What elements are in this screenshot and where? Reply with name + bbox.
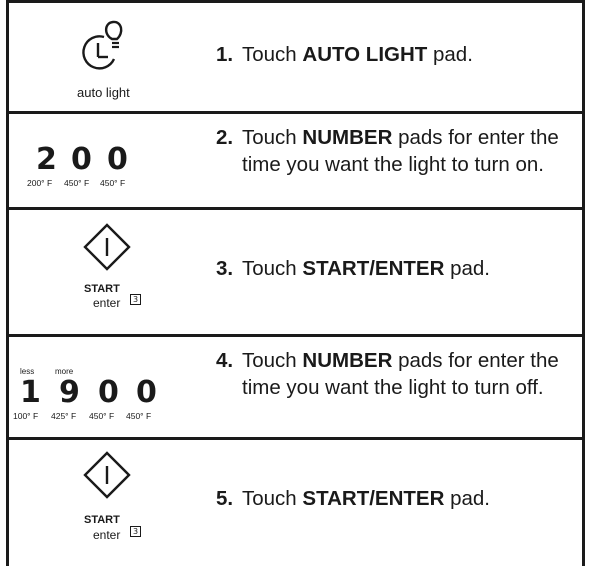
number-pad-temp: 450° F [89, 411, 115, 421]
step-bold-keyword: AUTO LIGHT [302, 43, 428, 66]
step-text: Touch [242, 43, 303, 66]
step-2-text: 2. Touch NUMBER pads for enter the time … [216, 124, 573, 178]
step-number: 4. [216, 349, 234, 372]
number-pad-digit: 0 [98, 375, 119, 410]
enter-label: enter [93, 528, 121, 542]
step-3-text: 3. Touch START/ENTER pad. [216, 255, 573, 282]
number-pad-temp: 425° F [51, 411, 77, 421]
step-text: pad. [444, 487, 490, 510]
number-pad-digit: 0 [136, 375, 157, 410]
number-pad-temp: 450° F [100, 178, 126, 188]
icon-cell-5: START enter 3 [6, 440, 202, 566]
icon-cell-3: START enter 3 [6, 210, 202, 334]
step-text: Touch [242, 349, 303, 372]
step-row-2: 2 0 0 200° F 450° F 450° F 2. Touch NUMB… [6, 111, 585, 207]
step-4-text: 4. Touch NUMBER pads for enter the time … [216, 347, 573, 401]
step-bold-keyword: START/ENTER [302, 487, 445, 510]
icon-cell-1: auto light [6, 3, 202, 111]
key-number-box: 3 [130, 526, 141, 537]
number-pad-temp: 450° F [64, 178, 90, 188]
start-label: START [84, 283, 120, 295]
start-label: START [84, 514, 120, 526]
step-number: 2. [216, 126, 234, 149]
start-diamond-icon [83, 223, 131, 271]
number-pad-temp: 200° F [27, 178, 53, 188]
step-bold-keyword: NUMBER [302, 349, 393, 372]
step-text: Touch [242, 257, 303, 280]
step-text: Touch [242, 126, 303, 149]
number-pad-digit: 0 [71, 142, 92, 177]
step-bold-keyword: START/ENTER [302, 257, 445, 280]
step-text: Touch [242, 487, 303, 510]
step-row-4: less more 1 9 0 0 100° F 425° F 450° F 4… [6, 334, 585, 437]
number-pad-digit: 1 [20, 375, 41, 410]
step-row-1: auto light 1. Touch AUTO LIGHT pad. [6, 0, 585, 111]
step-number: 5. [216, 487, 234, 510]
step-number: 3. [216, 257, 234, 280]
step-bold-keyword: NUMBER [302, 126, 393, 149]
number-pad-temp: 450° F [126, 411, 152, 421]
step-row-5: START enter 3 5. Touch START/ENTER pad. [6, 437, 585, 566]
key-number-box: 3 [130, 294, 141, 305]
enter-label: enter [93, 296, 121, 310]
step-1-text: 1. Touch AUTO LIGHT pad. [216, 41, 573, 68]
step-text: pad. [444, 257, 490, 280]
icon-cell-2: 2 0 0 200° F 450° F 450° F [6, 114, 202, 207]
step-row-3: START enter 3 3. Touch START/ENTER pad. [6, 207, 585, 334]
auto-light-caption: auto light [77, 85, 130, 100]
number-pad-temp: 100° F [13, 411, 39, 421]
number-pad-digit: 0 [107, 142, 128, 177]
icon-cell-4: less more 1 9 0 0 100° F 425° F 450° F 4… [6, 337, 202, 437]
step-number: 1. [216, 43, 234, 66]
step-5-text: 5. Touch START/ENTER pad. [216, 485, 573, 512]
auto-light-icon [82, 20, 123, 70]
number-pad-digit: 9 [59, 375, 80, 410]
step-text: pad. [427, 43, 473, 66]
start-diamond-icon [83, 451, 131, 499]
number-pad-digit: 2 [36, 142, 57, 177]
